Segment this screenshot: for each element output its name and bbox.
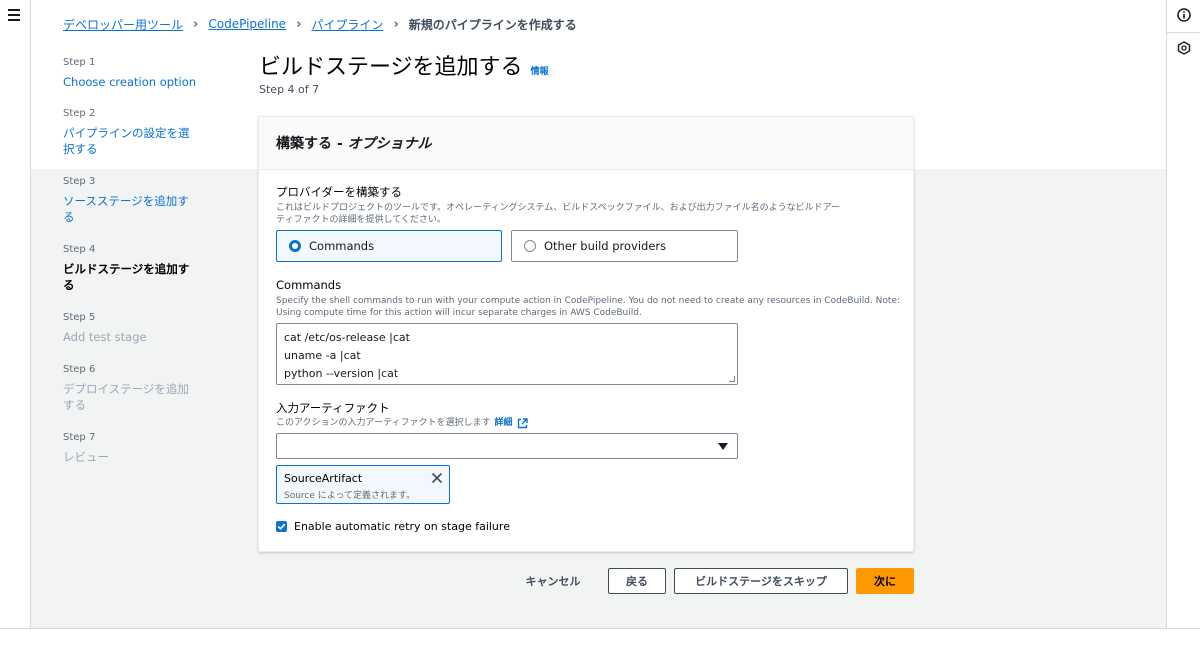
radio-other-label: Other build providers	[544, 239, 667, 253]
commands-description-line2: Using compute time for this action will …	[276, 308, 642, 318]
breadcrumb-current: 新規のパイプラインを作成する	[408, 17, 577, 32]
step-number: Step 4	[63, 244, 96, 255]
artifact-token: SourceArtifact Source によって定義されます。	[276, 465, 450, 504]
chevron-right-icon: ›	[193, 16, 199, 32]
detail-link[interactable]: 詳細	[494, 417, 512, 429]
token-name: SourceArtifact	[284, 472, 363, 485]
wizard-step-1: Step 1 Choose creation option	[63, 56, 198, 90]
panel-title: 構築する -	[276, 136, 348, 152]
wizard-step-2: Step 2 パイプラインの設定を選択する	[63, 107, 198, 157]
external-link-icon[interactable]	[517, 417, 528, 429]
wizard-step-5: Step 5 Add test stage	[63, 311, 198, 345]
step-number: Step 2	[63, 108, 96, 119]
hexagon-settings-icon[interactable]	[1177, 41, 1191, 58]
radio-commands[interactable]: Commands	[276, 230, 502, 262]
retry-checkbox-row[interactable]: Enable automatic retry on stage failure	[276, 520, 510, 533]
chevron-right-icon: ›	[296, 16, 302, 32]
step-number: Step 1	[63, 57, 96, 68]
cancel-button[interactable]: キャンセル	[515, 568, 591, 594]
resize-handle-icon[interactable]	[729, 376, 735, 382]
panel-title-optional: オプショナル	[347, 136, 432, 152]
step-number: Step 7	[63, 432, 96, 443]
close-icon[interactable]	[431, 472, 443, 487]
skip-build-stage-button[interactable]: ビルドステージをスキップ	[674, 568, 848, 594]
rail-divider	[1167, 32, 1200, 33]
commands-label: Commands	[276, 278, 342, 292]
step-number: Step 5	[63, 312, 96, 323]
retry-checkbox-label: Enable automatic retry on stage failure	[294, 520, 510, 533]
footer-divider	[0, 628, 1200, 629]
input-artifacts-description-text: このアクションの入力アーティファクトを選択します	[276, 418, 491, 428]
step-disabled-test-stage: Add test stage	[63, 330, 147, 344]
right-tools-rail	[1166, 0, 1200, 628]
command-line: python --version |cat	[284, 367, 399, 380]
hamburger-menu-icon[interactable]	[8, 9, 20, 21]
info-icon[interactable]	[1177, 8, 1191, 25]
left-navigation-rail	[0, 0, 31, 628]
step-disabled-deploy-stage: デプロイステージを追加する	[63, 382, 189, 412]
radio-unselected-icon	[524, 240, 536, 252]
wizard-step-3: Step 3 ソースステージを追加する	[63, 175, 198, 225]
info-link[interactable]: 情報	[531, 64, 549, 77]
next-button[interactable]: 次に	[856, 568, 914, 594]
panel-header: 構築する - オプショナル	[259, 117, 913, 170]
build-provider-description-line2: ティファクトの詳細を提供してください。	[276, 215, 446, 225]
back-button[interactable]: 戻る	[608, 568, 666, 594]
step-link-pipeline-settings[interactable]: パイプラインの設定を選択する	[63, 125, 198, 157]
wizard-step-4: Step 4 ビルドステージを追加する	[63, 243, 198, 293]
step-disabled-review: レビュー	[63, 450, 109, 464]
step-current-build-stage: ビルドステージを追加する	[63, 262, 190, 292]
build-provider-label: プロバイダーを構築する	[276, 185, 403, 199]
token-description: Source によって定義されます。	[284, 491, 416, 501]
step-number: Step 6	[63, 364, 96, 375]
wizard-step-6: Step 6 デプロイステージを追加する	[63, 363, 198, 413]
step-number: Step 3	[63, 176, 96, 187]
input-artifacts-select[interactable]	[276, 433, 738, 459]
command-line: uname -a |cat	[284, 349, 361, 362]
step-count: Step 4 of 7	[259, 83, 320, 96]
build-panel: 構築する - オプショナル プロバイダーを構築する これはビルドプロジェクトのツ…	[258, 116, 914, 552]
page-header: ビルドステージを追加する 情報	[259, 49, 549, 81]
commands-description-line1: Specify the shell commands to run with y…	[276, 296, 900, 306]
input-artifacts-description: このアクションの入力アーティファクトを選択します 詳細	[276, 417, 528, 429]
page-title: ビルドステージを追加する	[259, 55, 523, 80]
commands-textarea[interactable]: cat /etc/os-release |cat uname -a |cat p…	[276, 323, 738, 385]
checkmark-icon	[277, 523, 286, 530]
breadcrumb: デベロッパー用ツール › CodePipeline › パイプライン › 新規の…	[63, 15, 577, 33]
step-link-choose-creation-option[interactable]: Choose creation option	[63, 74, 198, 90]
input-artifacts-label: 入力アーティファクト	[276, 401, 390, 415]
radio-selected-icon	[289, 240, 301, 252]
step-link-source-stage[interactable]: ソースステージを追加する	[63, 193, 198, 225]
retry-checkbox[interactable]	[276, 521, 287, 532]
breadcrumb-codepipeline[interactable]: CodePipeline	[208, 17, 286, 31]
radio-other-build-providers[interactable]: Other build providers	[511, 230, 738, 262]
breadcrumb-developer-tools[interactable]: デベロッパー用ツール	[63, 16, 183, 33]
command-line: cat /etc/os-release |cat	[284, 331, 410, 344]
breadcrumb-pipelines[interactable]: パイプライン	[311, 16, 383, 33]
caret-down-icon	[718, 443, 728, 450]
build-provider-description-line1: これはビルドプロジェクトのツールです。オペレーティングシステム、ビルドスペックフ…	[276, 203, 841, 213]
wizard-step-7: Step 7 レビュー	[63, 431, 198, 465]
radio-commands-label: Commands	[309, 239, 375, 253]
chevron-right-icon: ›	[393, 16, 399, 32]
